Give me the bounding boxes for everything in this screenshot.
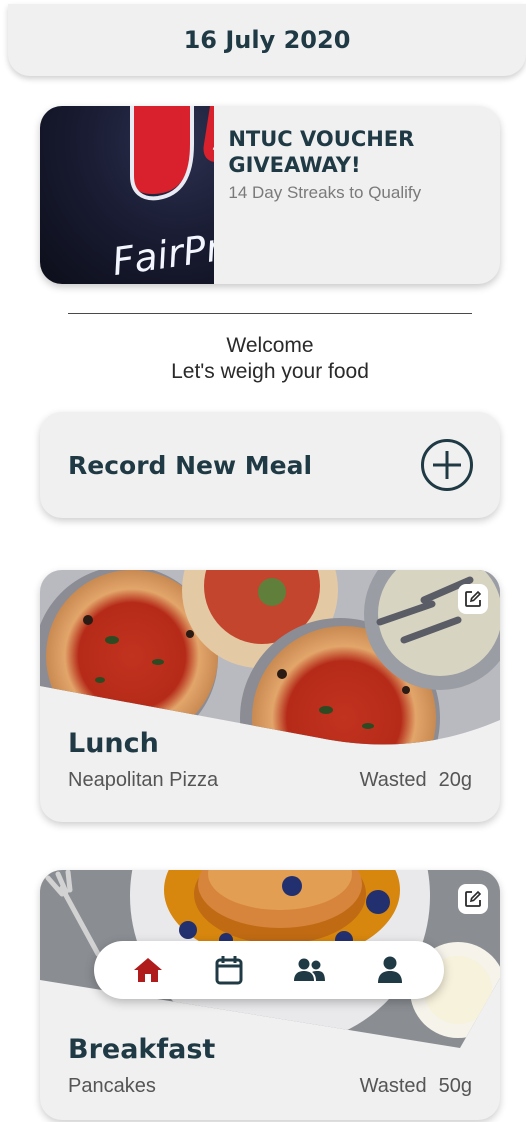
wasted-info: Wasted 20g [348, 769, 472, 792]
date-header: 16 July 2020 [8, 4, 526, 76]
fairprice-logo-graphic: FairPrice [109, 106, 215, 284]
home-icon[interactable] [131, 953, 165, 987]
wasted-label: Wasted [359, 1075, 427, 1097]
meal-title: Breakfast [68, 1034, 216, 1065]
edit-meal-button[interactable] [458, 884, 488, 914]
svg-text:FairPrice: FairPrice [109, 218, 214, 284]
edit-icon [465, 890, 482, 907]
promo-title: NTUC VOUCHER GIVEAWAY! [228, 127, 415, 177]
wasted-amount: 20g [438, 769, 472, 791]
wasted-amount: 50g [438, 1075, 472, 1097]
meal-food-name: Neapolitan Pizza [68, 769, 219, 791]
welcome-subline: Let's weigh your food [171, 360, 369, 383]
profile-icon[interactable] [373, 953, 407, 987]
fairprice-promo-image: FairPrice [40, 106, 215, 284]
edit-meal-button[interactable] [458, 584, 488, 614]
welcome-message: Welcome Let's weigh your food [0, 333, 526, 385]
meal-food-name: Pancakes [68, 1075, 156, 1097]
wasted-label: Wasted [359, 769, 427, 791]
wasted-info: Wasted 50g [348, 1075, 472, 1098]
bottom-nav [94, 941, 444, 999]
pizza-photo [40, 570, 500, 745]
voucher-promo-card[interactable]: FairPrice NTUC VOUCHER GIVEAWAY! 14 Day … [40, 106, 500, 284]
edit-icon [465, 590, 482, 607]
record-new-meal-button[interactable]: Record New Meal [40, 412, 500, 518]
meal-card-lunch[interactable]: Lunch Neapolitan Pizza Wasted 20g [40, 570, 500, 822]
meal-details-row: Pancakes Wasted 50g [68, 1075, 472, 1098]
divider [68, 313, 472, 314]
meal-details-row: Neapolitan Pizza Wasted 20g [68, 769, 472, 792]
plus-circle-icon[interactable] [420, 438, 474, 492]
current-date: 16 July 2020 [183, 26, 351, 54]
welcome-line: Welcome [226, 334, 314, 357]
record-new-meal-label: Record New Meal [68, 450, 313, 480]
calendar-icon[interactable] [212, 953, 246, 987]
meal-title: Lunch [68, 728, 159, 759]
people-icon[interactable] [292, 953, 326, 987]
promo-subtitle: 14 Day Streaks to Qualify [228, 183, 422, 202]
